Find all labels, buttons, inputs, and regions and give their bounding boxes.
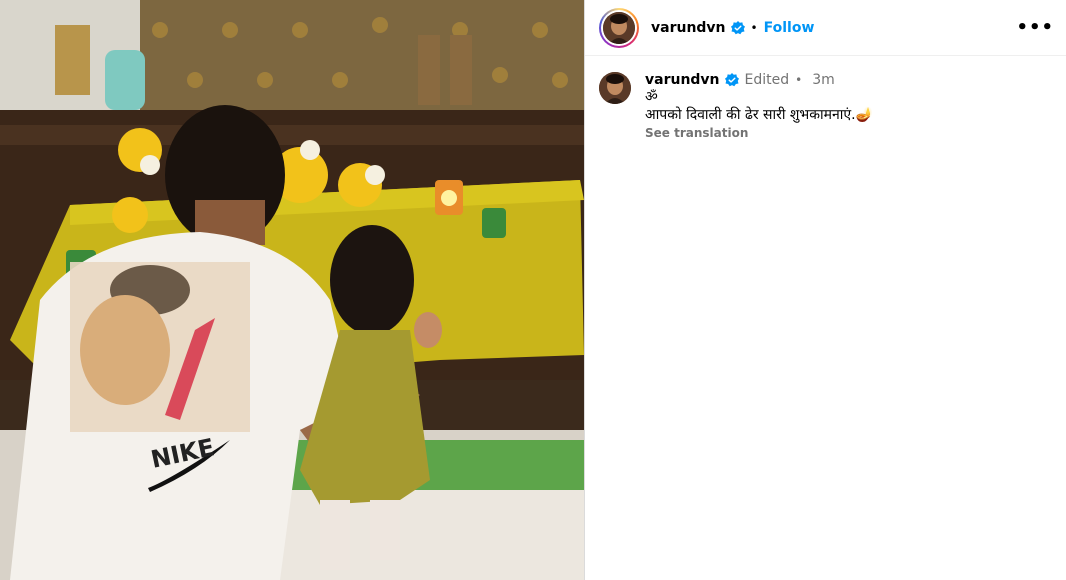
edited-label: Edited	[744, 72, 790, 88]
post-sidebar: varundvn • Follow ••• varundvn Edited • …	[585, 0, 1066, 580]
diya-emoji: 🪔	[855, 107, 874, 123]
caption-avatar[interactable]	[599, 72, 631, 104]
caption-text: आपको दिवाली की ढेर सारी शुभकामनाएं.	[645, 107, 856, 123]
story-ring[interactable]	[599, 7, 639, 48]
caption-body: varundvn Edited • 3m ॐ आपको दिवाली की ढे…	[645, 72, 873, 140]
see-translation-link[interactable]: See translation	[645, 126, 873, 140]
caption-avatar-image	[599, 72, 631, 104]
verified-badge-icon	[724, 73, 739, 87]
post-caption: varundvn Edited • 3m ॐ आपको दिवाली की ढे…	[585, 56, 1066, 140]
follow-button[interactable]: Follow	[764, 20, 815, 36]
header-separator: •	[750, 20, 758, 35]
caption-separator: •	[795, 73, 803, 87]
avatar-image	[603, 11, 635, 44]
timestamp[interactable]: 3m	[812, 72, 835, 88]
post-photo: NIKE	[0, 0, 584, 580]
header-username[interactable]: varundvn	[651, 20, 726, 36]
more-options-icon[interactable]: •••	[1016, 17, 1054, 38]
instagram-post: NIKE varundvn • Follow ••• varundvn Edit…	[0, 0, 1066, 580]
caption-text-line: आपको दिवाली की ढेर सारी शुभकामनाएं.🪔	[645, 106, 873, 124]
verified-badge-icon	[730, 20, 745, 34]
post-image[interactable]: NIKE	[0, 0, 584, 580]
caption-username[interactable]: varundvn	[645, 72, 720, 88]
caption-om: ॐ	[645, 89, 658, 105]
avatar[interactable]	[603, 11, 635, 44]
caption-meta: varundvn Edited • 3m	[645, 72, 873, 88]
post-header: varundvn • Follow •••	[585, 0, 1066, 56]
